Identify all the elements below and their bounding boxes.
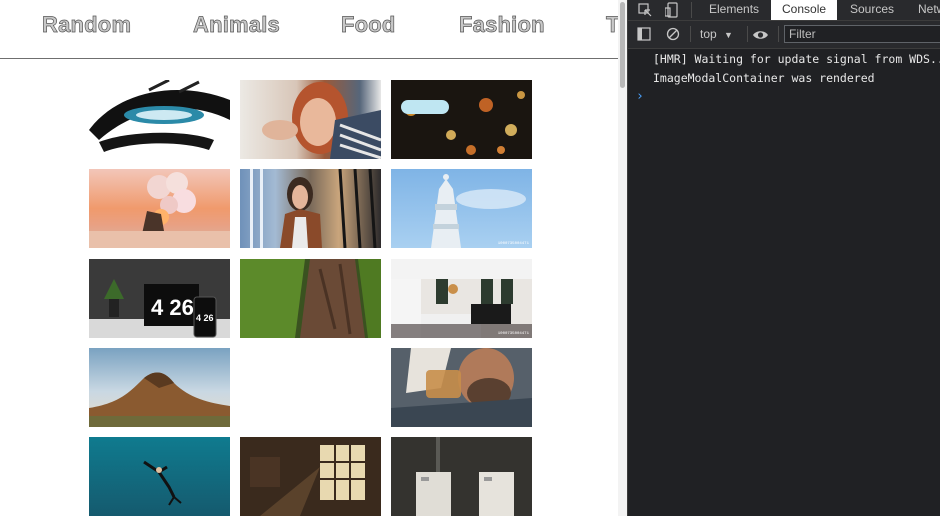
eye-drawing-image	[89, 80, 230, 152]
tower-sky-image	[431, 174, 526, 248]
console-prompt[interactable]: ›	[636, 89, 644, 104]
scrollbar-thumb[interactable]	[620, 2, 625, 88]
clock-big-text: 4 26	[151, 295, 194, 320]
gallery-image[interactable]	[89, 80, 230, 159]
device-toolbar-icon[interactable]	[664, 2, 679, 23]
diver-underwater-image	[143, 460, 182, 506]
woman-portrait-image	[262, 82, 381, 159]
clock-small-text: 4 26	[196, 313, 214, 323]
nav-item-random[interactable]: Random	[42, 12, 132, 38]
show-sidebar-icon[interactable]	[637, 27, 651, 46]
mountain-landscape-image	[89, 372, 230, 427]
console-toolbar: top ▼	[628, 21, 940, 49]
category-navbar: Random Animals Food Fashion Tr	[0, 0, 627, 59]
console-output: [HMR] Waiting for update signal from WDS…	[628, 49, 940, 516]
gallery-image[interactable]	[391, 437, 532, 516]
white-doors-image	[391, 437, 532, 516]
console-message: ImageModalContainer was rendered	[653, 71, 875, 85]
context-label: top	[700, 27, 717, 41]
devtools-tab-bar: Elements Console Sources Netw	[628, 0, 940, 21]
context-selector[interactable]: top ▼	[700, 27, 733, 41]
tab-network[interactable]: Netw	[918, 0, 940, 20]
inspect-element-icon[interactable]	[638, 3, 652, 22]
toolbar-separator	[747, 26, 748, 42]
chevron-down-icon: ▼	[724, 30, 733, 40]
nav-item-fashion[interactable]: Fashion	[459, 12, 545, 38]
tab-elements[interactable]: Elements	[709, 0, 759, 20]
gallery-image[interactable]	[391, 80, 532, 159]
laptop-clock-image: 4 26 4 26	[89, 259, 230, 338]
toolbar-separator	[690, 26, 691, 42]
console-filter-input[interactable]	[784, 25, 940, 43]
gallery-image[interactable]	[89, 169, 230, 248]
tab-console[interactable]: Console	[771, 0, 838, 20]
tab-sources[interactable]: Sources	[850, 0, 894, 20]
bokeh-lights-image	[401, 91, 525, 155]
gallery-image[interactable]: 1000735004471	[391, 259, 532, 338]
gallery-image[interactable]	[391, 348, 532, 427]
gallery-image[interactable]: 4 26 4 26	[89, 259, 230, 338]
modern-kitchen-image	[391, 259, 532, 338]
gallery-image-empty[interactable]	[240, 348, 381, 427]
image-watermark: 1000735004471	[497, 332, 529, 336]
man-drinking-image	[391, 348, 532, 427]
balloons-sunset-image	[89, 172, 230, 248]
gallery-image[interactable]	[240, 259, 381, 338]
nav-item-food[interactable]: Food	[341, 12, 396, 38]
nav-item-animals[interactable]: Animals	[193, 12, 280, 38]
tab-separator	[691, 2, 692, 18]
mossy-tree-image	[240, 259, 381, 338]
devtools-panel: Elements Console Sources Netw top ▼ [HMR…	[627, 0, 940, 516]
gallery-image[interactable]	[89, 348, 230, 427]
live-expression-eye-icon[interactable]	[752, 28, 769, 46]
gallery-image[interactable]: 1000735004471	[391, 169, 532, 248]
gallery-image[interactable]	[240, 437, 381, 516]
image-watermark: 1000735004471	[497, 242, 529, 246]
gallery-app: Random Animals Food Fashion Tr 100073500…	[0, 0, 627, 516]
gallery-image[interactable]	[89, 437, 230, 516]
page-scrollbar[interactable]	[618, 0, 627, 516]
woman-jacket-image	[250, 169, 377, 248]
toolbar-separator	[778, 26, 779, 42]
console-message: [HMR] Waiting for update signal from WDS…	[653, 52, 940, 66]
clear-console-icon[interactable]	[666, 27, 680, 46]
gallery-image[interactable]	[240, 169, 381, 248]
room-window-image	[240, 437, 381, 516]
gallery-image[interactable]	[240, 80, 381, 159]
